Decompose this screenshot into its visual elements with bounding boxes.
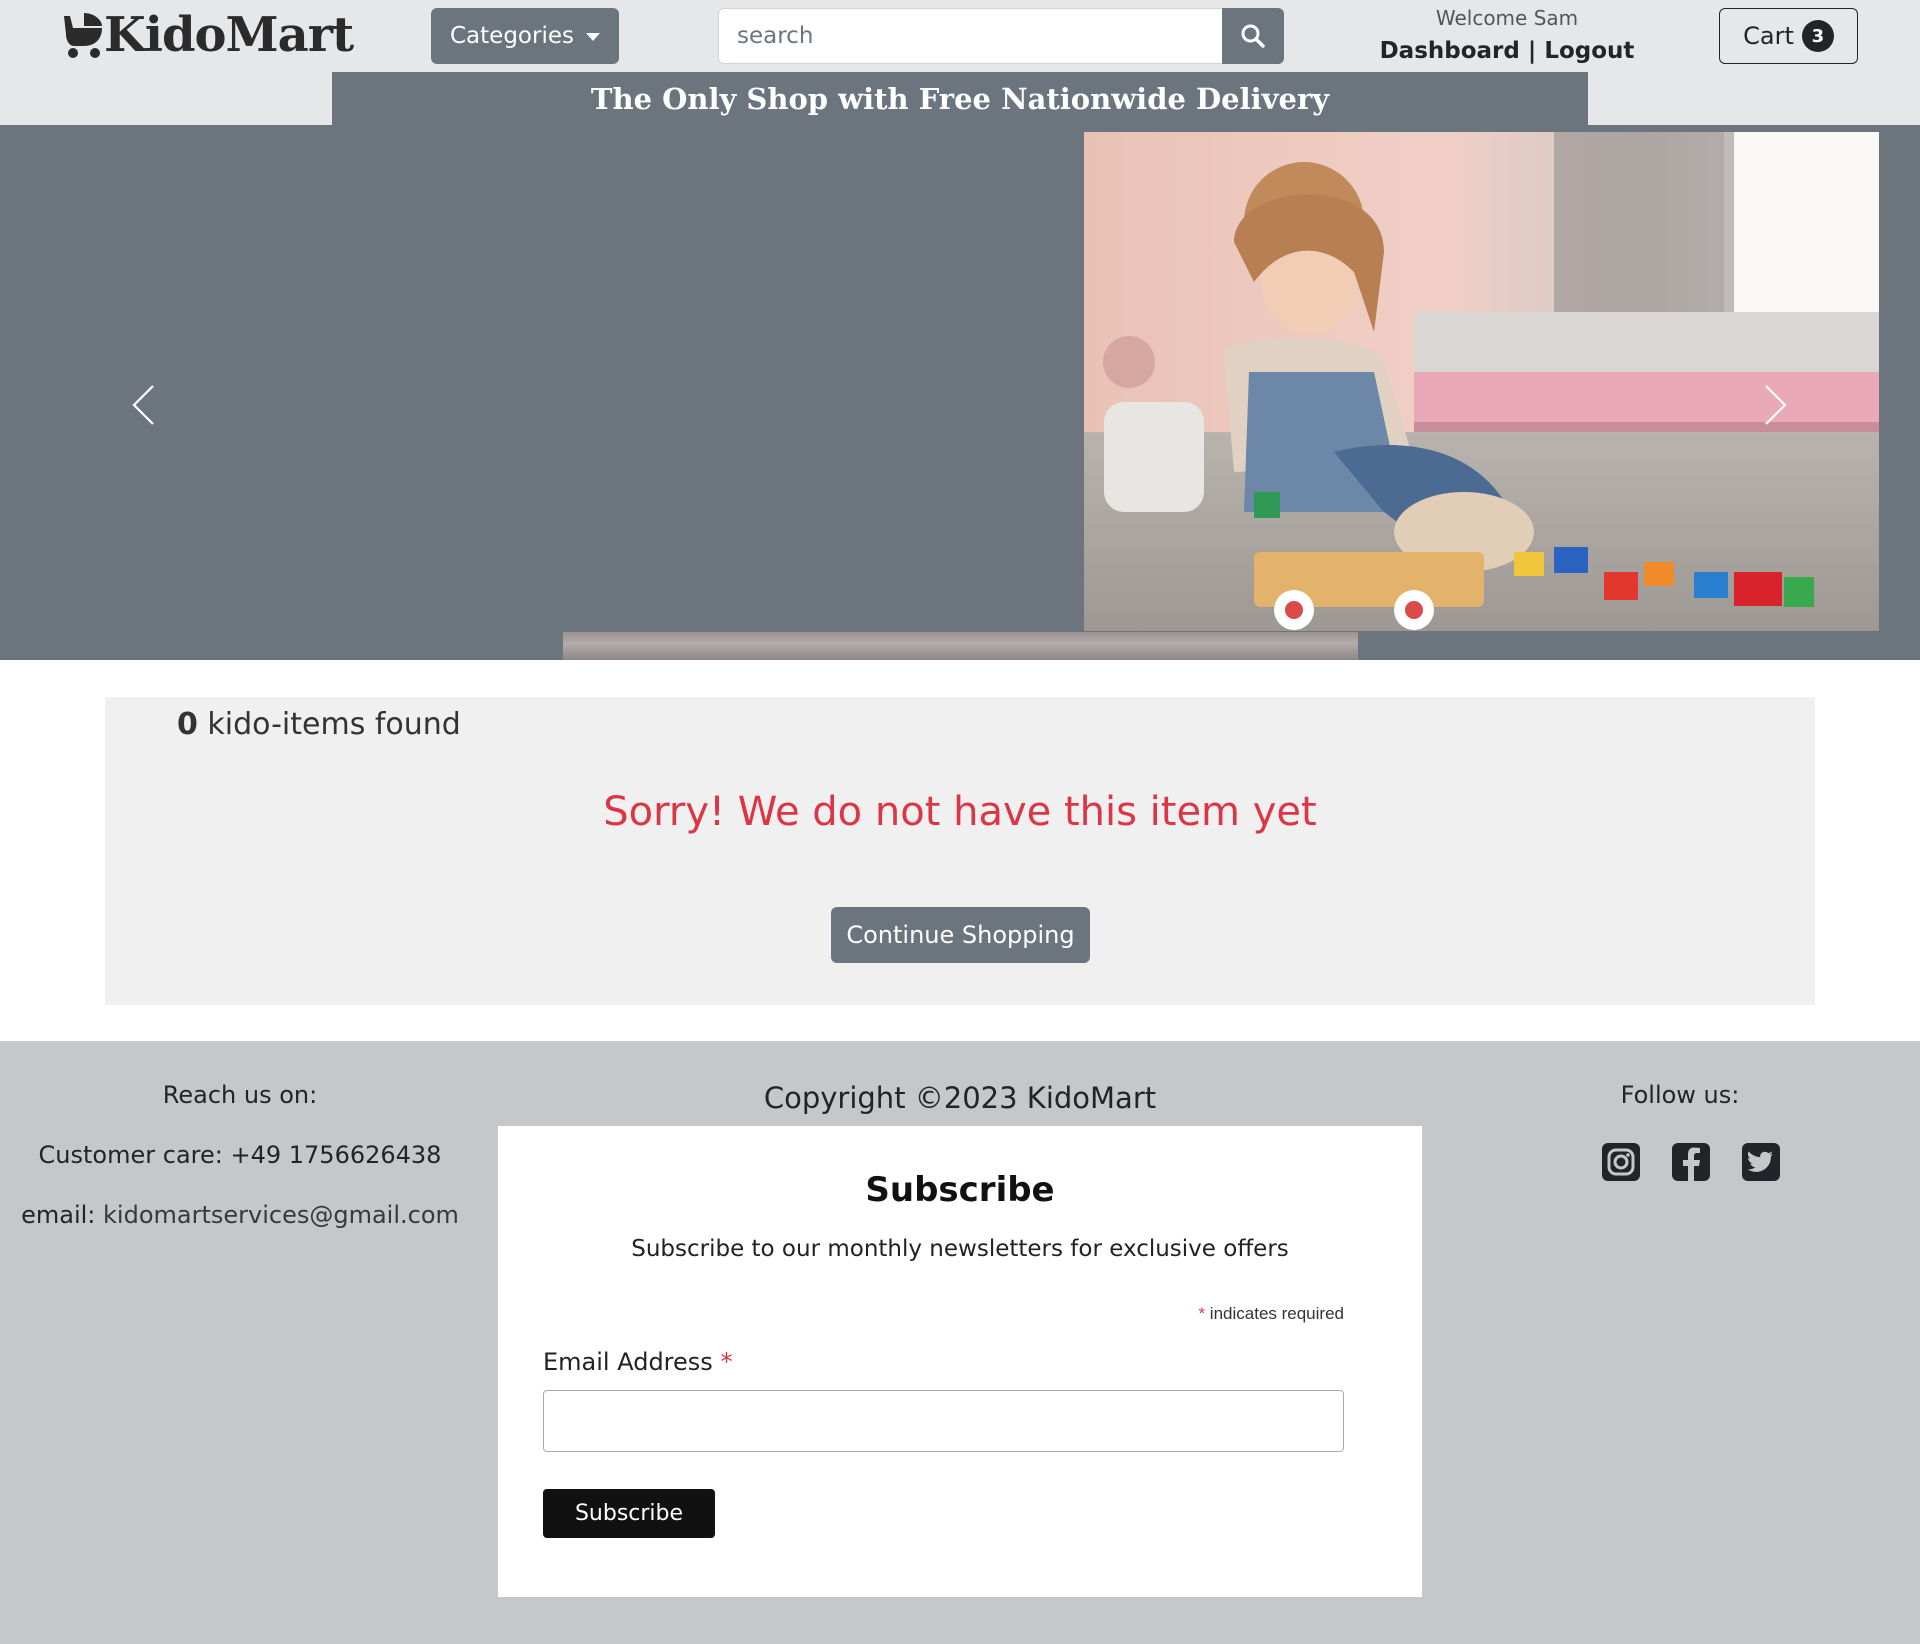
subscribe-description: Subscribe to our monthly newsletters for… xyxy=(631,1236,1289,1262)
link-separator: | xyxy=(1527,38,1537,64)
email-address-input[interactable] xyxy=(543,1390,1344,1452)
subscribe-button[interactable]: Subscribe xyxy=(543,1489,715,1538)
carousel-next-slide-peek xyxy=(563,632,1358,660)
twitter-icon[interactable] xyxy=(1740,1141,1782,1183)
site-header: KidoMart Categories Welcome Sam Dashboar… xyxy=(0,0,1920,125)
email-link[interactable]: kidomartservices@gmail.com xyxy=(103,1201,459,1229)
email-prefix: email: xyxy=(21,1201,96,1229)
caret-down-icon xyxy=(585,33,600,41)
dashboard-link[interactable]: Dashboard xyxy=(1380,38,1520,64)
facebook-icon[interactable] xyxy=(1670,1141,1712,1183)
chevron-right-icon xyxy=(1765,385,1787,425)
required-note-text: indicates required xyxy=(1209,1304,1344,1323)
reach-us-heading: Reach us on: xyxy=(162,1081,318,1109)
instagram-icon[interactable] xyxy=(1600,1141,1642,1183)
cart-count-badge: 3 xyxy=(1801,20,1834,52)
contact-email: email: kidomartservices@gmail.com xyxy=(0,1201,480,1229)
hero-carousel xyxy=(0,125,1920,660)
follow-us-heading: Follow us: xyxy=(1620,1081,1740,1109)
site-logo[interactable]: KidoMart xyxy=(60,7,354,63)
search-input[interactable] xyxy=(718,8,1222,64)
required-asterisk: * xyxy=(1198,1304,1206,1323)
promo-banner-text: The Only Shop with Free Nationwide Deliv… xyxy=(590,81,1330,116)
continue-shopping-button[interactable]: Continue Shopping xyxy=(831,907,1090,963)
categories-dropdown-button[interactable]: Categories xyxy=(431,8,619,64)
search-bar xyxy=(718,8,1284,64)
baby-stroller-icon xyxy=(64,13,102,58)
email-address-label: Email Address * xyxy=(543,1348,732,1376)
cart-button[interactable]: Cart 3 xyxy=(1719,8,1858,64)
logout-link[interactable]: Logout xyxy=(1544,38,1634,64)
carousel-next-button[interactable] xyxy=(1745,375,1805,435)
social-links xyxy=(1600,1141,1782,1183)
cart-label: Cart xyxy=(1743,22,1794,50)
search-results-panel: 0 kido-items found Sorry! We do not have… xyxy=(105,697,1815,1005)
promo-banner: The Only Shop with Free Nationwide Deliv… xyxy=(332,72,1588,125)
welcome-text: Welcome Sam xyxy=(1435,6,1579,30)
required-note: * indicates required xyxy=(1198,1304,1344,1324)
user-links: Dashboard | Logout xyxy=(1360,38,1654,64)
email-label-text: Email Address xyxy=(543,1348,713,1376)
customer-care-phone: Customer care: +49 1756626438 xyxy=(38,1141,442,1169)
results-count-number: 0 xyxy=(177,707,198,742)
search-icon xyxy=(1241,24,1265,48)
copyright-text: Copyright ©2023 KidoMart xyxy=(763,1081,1157,1115)
email-required-asterisk: * xyxy=(720,1348,733,1376)
logo-text: KidoMart xyxy=(104,7,354,63)
newsletter-subscribe-form: Subscribe Subscribe to our monthly newsl… xyxy=(498,1126,1422,1597)
results-count: 0 kido-items found xyxy=(177,707,461,742)
search-button[interactable] xyxy=(1222,8,1284,64)
subscribe-title: Subscribe xyxy=(865,1170,1055,1210)
empty-results-message: Sorry! We do not have this item yet xyxy=(603,789,1317,835)
carousel-prev-button[interactable] xyxy=(114,375,174,435)
chevron-left-icon xyxy=(132,385,154,425)
categories-label: Categories xyxy=(450,23,574,49)
results-count-suffix: kido-items found xyxy=(207,707,461,742)
